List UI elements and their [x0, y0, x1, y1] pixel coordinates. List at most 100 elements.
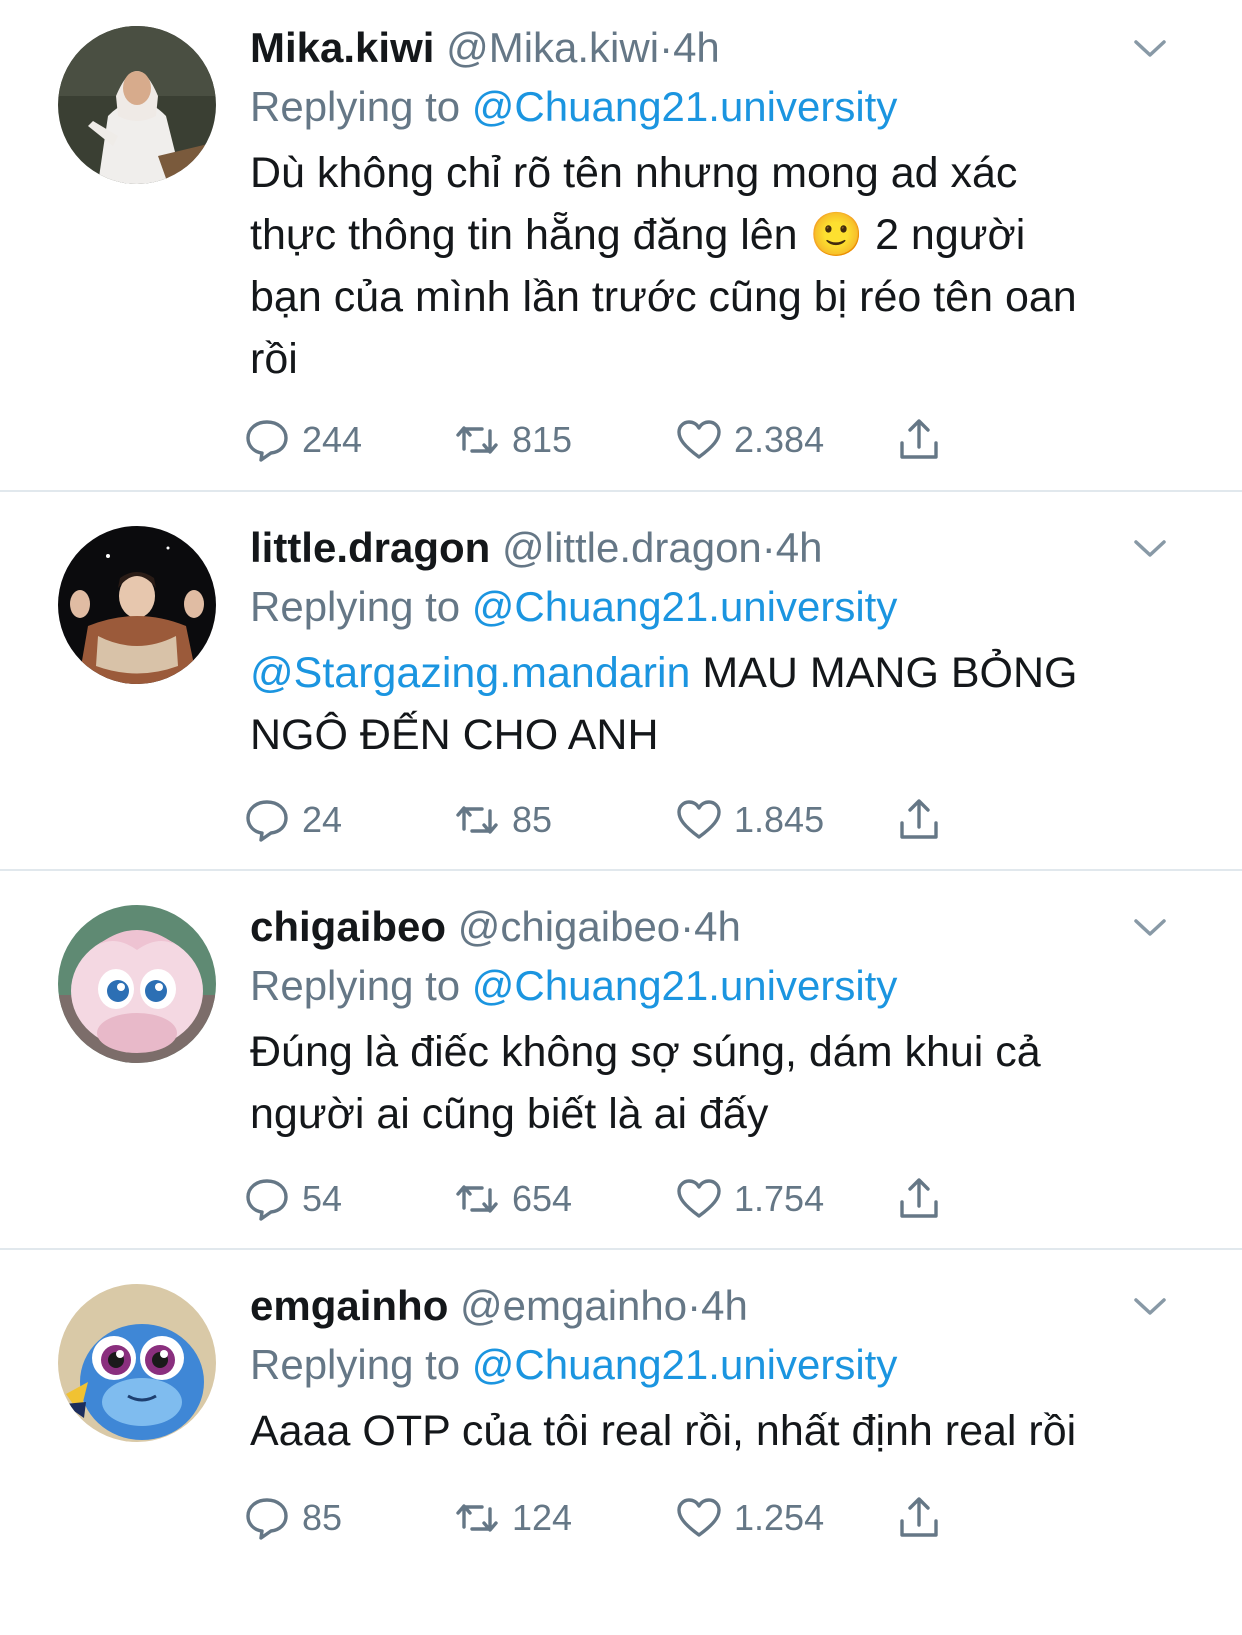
tweet[interactable]: emgainho @emgainho·4h Replying to @Chuan… — [0, 1250, 1242, 1635]
retweet-count: 654 — [512, 1178, 573, 1219]
reply-button[interactable]: 24 — [244, 792, 342, 848]
action-bar: 54 654 1.754 — [244, 1171, 1004, 1227]
user-handle[interactable]: @little.dragon — [502, 524, 762, 571]
tweet[interactable]: chigaibeo @chigaibeo·4h Replying to @Chu… — [0, 871, 1242, 1248]
reply-icon — [246, 1179, 288, 1221]
retweet-button[interactable]: 654 — [454, 1171, 572, 1227]
like-button[interactable]: 2.384 — [676, 412, 824, 468]
replying-to-mention[interactable]: @Chuang21.university — [472, 962, 898, 1009]
separator-dot: · — [659, 24, 674, 71]
tweet-text-line: Aaaa OTP của tôi real rồi, nhất định rea… — [250, 1407, 1077, 1455]
display-name[interactable]: chigaibeo — [250, 903, 446, 950]
like-button[interactable]: 1.254 — [676, 1490, 824, 1546]
tweet-text-line: Dù không chỉ rõ tên nhưng mong ad xác — [250, 149, 1018, 197]
tweet[interactable]: Mika.kiwi @Mika.kiwi·4h Replying to @Chu… — [0, 0, 1242, 490]
timestamp[interactable]: 4h — [694, 903, 741, 950]
replying-to: Replying to @Chuang21.university — [250, 955, 1180, 1017]
timestamp[interactable]: 4h — [701, 1282, 748, 1329]
reply-button[interactable]: 54 — [244, 1171, 342, 1227]
share-button[interactable] — [896, 792, 954, 848]
retweet-count: 85 — [512, 799, 553, 840]
share-icon — [900, 1497, 938, 1537]
text-mention[interactable]: @Stargazing.mandarin — [250, 649, 690, 697]
tweet-text: Dù không chỉ rõ tên nhưng mong ad xác th… — [250, 142, 1180, 390]
reply-icon — [246, 1498, 288, 1540]
timestamp[interactable]: 4h — [776, 524, 823, 571]
replying-to: Replying to @Chuang21.university — [250, 576, 1180, 638]
tweet-header: emgainho @emgainho·4h — [250, 1278, 1180, 1334]
tweet-text-line: bạn của mình lần trước cũng bị réo tên o… — [250, 273, 1077, 321]
retweet-count: 815 — [512, 419, 573, 460]
replying-to: Replying to @Chuang21.university — [250, 76, 1180, 138]
separator-dot: · — [687, 1282, 702, 1329]
tweet-text-line: người ai cũng biết là ai đấy — [250, 1090, 769, 1138]
separator-dot: · — [680, 903, 695, 950]
retweet-button[interactable]: 85 — [454, 792, 552, 848]
reply-icon — [246, 800, 288, 842]
replying-to-mention[interactable]: @Chuang21.university — [472, 83, 898, 130]
user-handle[interactable]: @chigaibeo — [458, 903, 680, 950]
tweet-text-segment: thực thông tin hẵng đăng lên — [250, 211, 798, 259]
heart-icon — [677, 420, 721, 459]
share-button[interactable] — [896, 1490, 954, 1546]
replying-to-mention[interactable]: @Chuang21.university — [472, 1341, 898, 1388]
tweet-text-line: thực thông tin hẵng đăng lên 🙂 2 người — [250, 204, 1180, 266]
display-name[interactable]: Mika.kiwi — [250, 24, 434, 71]
user-handle[interactable]: @Mika.kiwi — [446, 24, 659, 71]
avatar[interactable] — [58, 26, 216, 184]
heart-icon — [677, 800, 721, 839]
reply-button[interactable]: 85 — [244, 1490, 342, 1546]
chevron-down-icon[interactable] — [1130, 907, 1170, 947]
replying-prefix: Replying to — [250, 962, 461, 1009]
avatar[interactable] — [58, 526, 216, 684]
action-bar: 24 85 1.845 — [244, 792, 1004, 848]
share-icon — [900, 799, 938, 839]
replying-prefix: Replying to — [250, 583, 461, 630]
timestamp[interactable]: 4h — [673, 24, 720, 71]
separator-dot: · — [761, 524, 776, 571]
tweet-text-line: @Stargazing.mandarin MAU MANG BỎNG — [250, 642, 1180, 704]
tweet-header: little.dragon @little.dragon·4h — [250, 520, 1180, 576]
avatar[interactable] — [58, 905, 216, 1063]
retweet-icon — [456, 1185, 498, 1213]
share-button[interactable] — [896, 1171, 954, 1227]
action-bar: 85 124 1.254 — [244, 1490, 1004, 1546]
heart-icon — [677, 1498, 721, 1537]
reply-count: 24 — [302, 799, 343, 840]
share-button[interactable] — [896, 412, 954, 468]
chevron-down-icon[interactable] — [1130, 28, 1170, 68]
retweet-icon — [456, 806, 498, 834]
like-count: 1.845 — [734, 799, 825, 840]
retweet-icon — [456, 426, 498, 454]
tweet-text-segment: MAU MANG BỎNG — [702, 649, 1078, 697]
retweet-button[interactable]: 124 — [454, 1490, 572, 1546]
tweet-text-line: NGÔ ĐẾN CHO ANH — [250, 711, 659, 759]
display-name[interactable]: emgainho — [250, 1282, 448, 1329]
tweet-text: @Stargazing.mandarin MAU MANG BỎNG NGÔ Đ… — [250, 642, 1180, 766]
reply-button[interactable]: 244 — [244, 412, 362, 468]
share-icon — [900, 419, 938, 459]
tweet-text-line: rồi — [250, 335, 298, 383]
action-bar: 244 815 2.384 — [244, 412, 1004, 468]
retweet-count: 124 — [512, 1497, 573, 1538]
like-button[interactable]: 1.845 — [676, 792, 824, 848]
replying-to-mention[interactable]: @Chuang21.university — [472, 583, 898, 630]
tweet-text: Aaaa OTP của tôi real rồi, nhất định rea… — [250, 1400, 1180, 1462]
tweet-header: Mika.kiwi @Mika.kiwi·4h — [250, 20, 1180, 76]
tweet-text-line: Đúng là điếc không sợ súng, dám khui cả — [250, 1028, 1041, 1076]
tweet[interactable]: little.dragon @little.dragon·4h Replying… — [0, 492, 1242, 869]
avatar[interactable] — [58, 1284, 216, 1442]
like-count: 1.754 — [734, 1178, 825, 1219]
reply-count: 85 — [302, 1497, 343, 1538]
like-button[interactable]: 1.754 — [676, 1171, 824, 1227]
heart-icon — [677, 1179, 721, 1218]
share-icon — [900, 1178, 938, 1218]
like-count: 2.384 — [734, 419, 825, 460]
display-name[interactable]: little.dragon — [250, 524, 490, 571]
user-handle[interactable]: @emgainho — [460, 1282, 687, 1329]
retweet-button[interactable]: 815 — [454, 412, 572, 468]
replying-to: Replying to @Chuang21.university — [250, 1334, 1180, 1396]
chevron-down-icon[interactable] — [1130, 1286, 1170, 1326]
reply-count: 54 — [302, 1178, 343, 1219]
chevron-down-icon[interactable] — [1130, 528, 1170, 568]
